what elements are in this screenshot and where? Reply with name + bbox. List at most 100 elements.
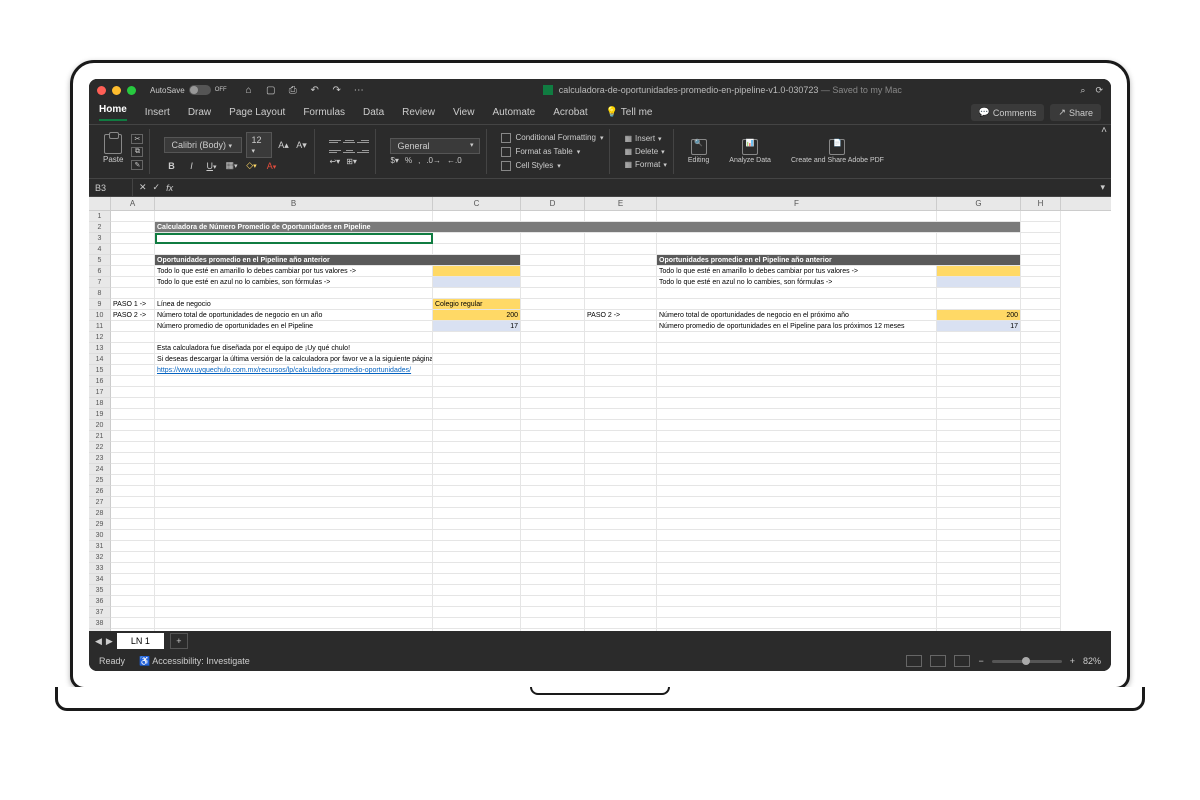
- percent-icon[interactable]: %: [405, 156, 412, 165]
- tab-view[interactable]: View: [453, 107, 475, 118]
- merge-icon[interactable]: ⊞▾: [346, 157, 357, 166]
- collapse-ribbon-icon[interactable]: ˄: [1101, 125, 1107, 136]
- autosave-toggle[interactable]: AutoSave OFF: [150, 85, 227, 95]
- close-icon[interactable]: [97, 86, 106, 95]
- expand-formula-icon[interactable]: ▾: [1094, 182, 1111, 193]
- grid-rows[interactable]: 12Calculadora de Número Promedio de Opor…: [89, 211, 1111, 631]
- wrap-text-icon[interactable]: ↩▾: [329, 157, 340, 166]
- col-header[interactable]: H: [1021, 197, 1061, 210]
- tab-draw[interactable]: Draw: [188, 107, 211, 118]
- col-header[interactable]: G: [937, 197, 1021, 210]
- col-header[interactable]: F: [657, 197, 937, 210]
- zoom-out-icon[interactable]: −: [978, 656, 983, 666]
- format-cells-button[interactable]: ▦ Format ▾: [624, 159, 666, 170]
- insert-cells-button[interactable]: ▦ Insert ▾: [624, 133, 666, 144]
- search-icon[interactable]: ⌕: [1080, 85, 1085, 96]
- column-headers: A B C D E F G H: [89, 197, 1111, 211]
- editing-button[interactable]: 🔍Editing: [688, 139, 709, 165]
- increase-font-icon[interactable]: A▴: [276, 140, 290, 151]
- tab-page-layout[interactable]: Page Layout: [229, 107, 285, 118]
- font-select[interactable]: Calibri (Body) ▾: [164, 137, 242, 153]
- titlebar: AutoSave OFF ⌂ ▢ ⎙ ↶ ↷ ⋯ calculadora-de-…: [89, 79, 1111, 101]
- format-table-button[interactable]: Format as Table ▾: [501, 146, 603, 158]
- formula-input[interactable]: [179, 181, 1088, 195]
- share-button[interactable]: ↗ Share: [1050, 104, 1101, 121]
- tab-data[interactable]: Data: [363, 107, 384, 118]
- col-header[interactable]: D: [521, 197, 585, 210]
- print-icon[interactable]: ⎙: [287, 84, 299, 96]
- tab-automate[interactable]: Automate: [492, 107, 535, 118]
- cut-icon[interactable]: ✂: [131, 134, 143, 144]
- decrease-font-icon[interactable]: A▾: [294, 140, 308, 151]
- align-top-icon[interactable]: [329, 137, 341, 145]
- cell-styles-button[interactable]: Cell Styles ▾: [501, 160, 603, 172]
- status-ready: Ready: [99, 656, 125, 666]
- delete-cells-button[interactable]: ▦ Delete ▾: [624, 146, 666, 157]
- zoom-slider[interactable]: [992, 660, 1062, 663]
- spreadsheet-grid: A B C D E F G H 12Calculadora de Número …: [89, 197, 1111, 631]
- currency-icon[interactable]: $▾: [390, 156, 398, 165]
- clipboard-group: Paste ✂ ⧉ ✎: [97, 129, 150, 174]
- fill-color-button[interactable]: ◇▾: [244, 160, 258, 171]
- name-box[interactable]: B3: [89, 179, 133, 196]
- minimize-icon[interactable]: [112, 86, 121, 95]
- col-header[interactable]: E: [585, 197, 657, 210]
- zoom-in-icon[interactable]: +: [1070, 656, 1075, 666]
- italic-button[interactable]: I: [184, 161, 198, 171]
- underline-button[interactable]: U▾: [204, 161, 218, 171]
- conditional-formatting-button[interactable]: Conditional Formatting ▾: [501, 132, 603, 144]
- sync-icon[interactable]: ⟳: [1095, 85, 1103, 96]
- tell-me[interactable]: 💡 Tell me: [606, 107, 653, 118]
- fx-icon[interactable]: fx: [166, 183, 173, 193]
- align-right-icon[interactable]: [357, 147, 369, 155]
- align-middle-icon[interactable]: [343, 137, 355, 145]
- font-color-button[interactable]: A▾: [264, 161, 278, 171]
- save-icon[interactable]: ▢: [265, 84, 277, 96]
- page-layout-view-icon[interactable]: [930, 655, 946, 667]
- format-painter-icon[interactable]: ✎: [131, 160, 143, 170]
- normal-view-icon[interactable]: [906, 655, 922, 667]
- tab-review[interactable]: Review: [402, 107, 435, 118]
- tab-home[interactable]: Home: [99, 104, 127, 121]
- align-bottom-icon[interactable]: [357, 137, 369, 145]
- undo-icon[interactable]: ↶: [309, 84, 321, 96]
- comma-icon[interactable]: ,: [418, 156, 420, 165]
- comments-button[interactable]: 💬 Comments: [971, 104, 1045, 121]
- ribbon: Paste ✂ ⧉ ✎ Calibri (Body) ▾ 12 ▾ A▴ A▾ …: [89, 125, 1111, 179]
- decrease-decimal-icon[interactable]: ←.0: [447, 156, 462, 165]
- number-format-select[interactable]: General ▾: [390, 138, 480, 154]
- border-button[interactable]: ▦▾: [224, 160, 238, 171]
- cancel-icon[interactable]: ✕: [139, 182, 147, 193]
- zoom-level[interactable]: 82%: [1083, 656, 1101, 666]
- tab-acrobat[interactable]: Acrobat: [553, 107, 587, 118]
- confirm-icon[interactable]: ✓: [153, 182, 161, 193]
- analyze-data-button[interactable]: 📊Analyze Data: [729, 139, 771, 165]
- bold-button[interactable]: B: [164, 161, 178, 171]
- home-icon[interactable]: ⌂: [243, 84, 255, 96]
- col-header[interactable]: C: [433, 197, 521, 210]
- redo-icon[interactable]: ↷: [331, 84, 343, 96]
- number-group: General ▾ $▾ % , .0→ ←.0: [384, 129, 487, 174]
- align-center-icon[interactable]: [343, 147, 355, 155]
- col-header[interactable]: B: [155, 197, 433, 210]
- adobe-pdf-button[interactable]: 📄Create and Share Adobe PDF: [791, 139, 884, 165]
- accessibility-status[interactable]: ♿ Accessibility: Investigate: [139, 656, 250, 667]
- paste-button[interactable]: Paste: [103, 134, 123, 170]
- select-all-corner[interactable]: [89, 197, 111, 210]
- size-select[interactable]: 12 ▾: [246, 132, 272, 158]
- maximize-icon[interactable]: [127, 86, 136, 95]
- prev-sheet-icon[interactable]: ◀: [95, 636, 102, 647]
- add-sheet-button[interactable]: +: [170, 633, 188, 649]
- tab-insert[interactable]: Insert: [145, 107, 170, 118]
- cells-group: ▦ Insert ▾ ▦ Delete ▾ ▦ Format ▾: [618, 129, 673, 174]
- increase-decimal-icon[interactable]: .0→: [426, 156, 441, 165]
- tab-formulas[interactable]: Formulas: [303, 107, 345, 118]
- page-break-view-icon[interactable]: [954, 655, 970, 667]
- copy-icon[interactable]: ⧉: [131, 147, 143, 157]
- align-left-icon[interactable]: [329, 147, 341, 155]
- sheet-tab[interactable]: LN 1: [117, 633, 164, 649]
- more-icon[interactable]: ⋯: [353, 84, 365, 96]
- styles-group: Conditional Formatting ▾ Format as Table…: [495, 129, 610, 174]
- next-sheet-icon[interactable]: ▶: [106, 636, 113, 647]
- col-header[interactable]: A: [111, 197, 155, 210]
